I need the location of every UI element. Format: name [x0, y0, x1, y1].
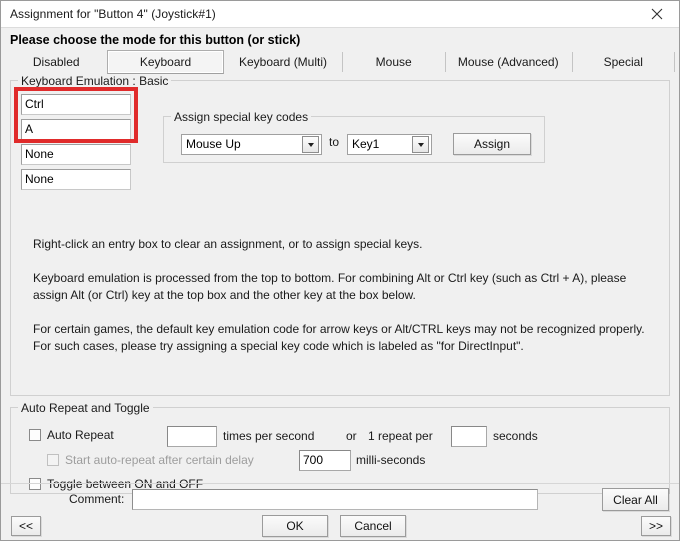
special-key-codes-group: Assign special key codes Mouse Up to Key… — [163, 110, 545, 163]
mode-tabstrip: Disabled Keyboard Keyboard (Multi) Mouse… — [1, 50, 679, 74]
tab-mouse-label: Mouse — [375, 55, 412, 69]
auto-repeat-checkbox[interactable] — [29, 429, 41, 441]
start-delay-checkbox[interactable] — [47, 454, 59, 466]
next-label: >> — [648, 519, 663, 533]
tab-mouse-advanced-label: Mouse (Advanced) — [457, 55, 559, 69]
times-per-second-input[interactable] — [167, 426, 217, 447]
help-paragraph-2: Keyboard emulation is processed from the… — [33, 271, 627, 302]
previous-label: << — [18, 519, 33, 533]
dialog-footer: Comment: Clear All << OK Cancel >> — [1, 483, 679, 540]
tab-special[interactable]: Special — [571, 50, 675, 74]
cancel-label: Cancel — [354, 519, 392, 533]
times-per-second-label: times per second — [223, 429, 315, 443]
tab-special-label: Special — [603, 55, 643, 69]
auto-repeat-title: Auto Repeat and Toggle — [18, 401, 153, 415]
assignment-dialog: Assignment for "Button 4" (Joystick#1) P… — [0, 0, 680, 541]
special-key-codes-title: Assign special key codes — [171, 110, 312, 124]
next-button[interactable]: >> — [641, 516, 671, 536]
comment-input[interactable] — [132, 489, 538, 510]
help-paragraph-1: Right-click an entry box to clear an ass… — [33, 237, 423, 251]
tab-mouse-advanced[interactable]: Mouse (Advanced) — [444, 50, 572, 74]
tabstrip-end-divider — [674, 52, 675, 72]
tab-keyboard-multi-label: Keyboard (Multi) — [238, 55, 328, 69]
start-delay-checkbox-row[interactable]: Start auto-repeat after certain delay — [47, 453, 254, 467]
keyboard-help-text: Right-click an entry box to clear an ass… — [33, 236, 655, 355]
cancel-button[interactable]: Cancel — [340, 515, 406, 537]
key-entry-1[interactable]: Ctrl — [21, 94, 131, 115]
seconds-label: seconds — [493, 429, 538, 443]
clear-all-label: Clear All — [613, 492, 658, 507]
tab-keyboard[interactable]: Keyboard — [107, 50, 224, 74]
ok-button[interactable]: OK — [262, 515, 328, 537]
tab-disabled[interactable]: Disabled — [5, 50, 107, 74]
auto-repeat-label: Auto Repeat — [47, 428, 114, 442]
window-title: Assignment for "Button 4" (Joystick#1) — [10, 7, 216, 21]
chevron-down-icon — [302, 136, 319, 153]
main-content: Keyboard Emulation : Basic Ctrl A None N… — [1, 74, 679, 494]
tab-disabled-label: Disabled — [32, 55, 80, 69]
keyboard-emulation-group: Keyboard Emulation : Basic Ctrl A None N… — [10, 74, 670, 396]
mode-prompt: Please choose the mode for this button (… — [10, 33, 301, 47]
key-entry-4[interactable]: None — [21, 169, 131, 190]
comment-label: Comment: — [69, 492, 125, 506]
key-entry-list: Ctrl A None None — [21, 94, 131, 194]
close-icon — [651, 8, 663, 20]
chevron-down-icon — [412, 136, 429, 153]
seconds-input[interactable] — [451, 426, 487, 447]
tab-mouse[interactable]: Mouse — [342, 50, 444, 74]
special-key-target-value: Key1 — [352, 137, 380, 151]
keyboard-emulation-title: Keyboard Emulation : Basic — [18, 74, 172, 88]
close-button[interactable] — [635, 1, 679, 26]
clear-all-button[interactable]: Clear All — [602, 488, 669, 511]
or-label: or — [346, 429, 357, 443]
special-key-source-dropdown[interactable]: Mouse Up — [181, 134, 322, 155]
key-entry-3[interactable]: None — [21, 144, 131, 165]
to-label: to — [329, 135, 340, 149]
ok-label: OK — [286, 519, 304, 533]
assign-button[interactable]: Assign — [453, 133, 531, 155]
help-paragraph-3: For certain games, the default key emula… — [33, 322, 645, 353]
key-entry-2[interactable]: A — [21, 119, 131, 140]
delay-milliseconds-input[interactable]: 700 — [299, 450, 351, 471]
titlebar: Assignment for "Button 4" (Joystick#1) — [1, 1, 679, 28]
auto-repeat-group: Auto Repeat and Toggle Auto Repeat times… — [10, 401, 670, 494]
special-key-target-dropdown[interactable]: Key1 — [347, 134, 432, 155]
tab-keyboard-label: Keyboard — [139, 55, 192, 69]
special-key-source-value: Mouse Up — [186, 137, 241, 151]
auto-repeat-checkbox-row[interactable]: Auto Repeat — [29, 428, 114, 442]
one-repeat-per-label: 1 repeat per — [368, 429, 433, 443]
previous-button[interactable]: << — [11, 516, 41, 536]
start-delay-label: Start auto-repeat after certain delay — [65, 453, 254, 467]
assign-button-label: Assign — [473, 137, 511, 151]
tab-keyboard-multi[interactable]: Keyboard (Multi) — [224, 50, 343, 74]
milliseconds-label: milli-seconds — [356, 453, 426, 467]
